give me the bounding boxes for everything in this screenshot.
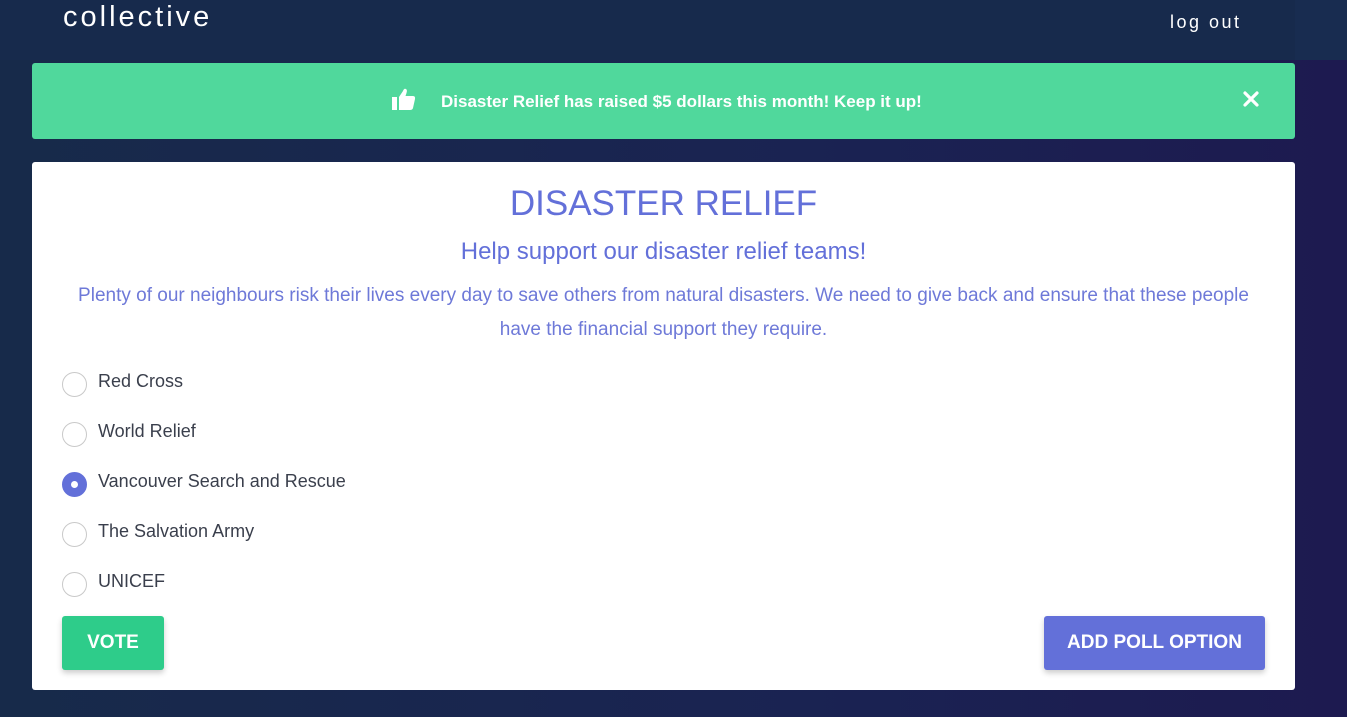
poll-description: Plenty of our neighbours risk their live… [78,285,1249,340]
navbar: collective log out [0,0,1347,60]
close-icon[interactable] [1243,91,1259,107]
radio-button-selected[interactable] [62,472,87,497]
radio-button[interactable] [62,572,87,597]
radio-button[interactable] [62,422,87,447]
option-label: The Salvation Army [98,521,255,541]
logout-link[interactable]: log out [1170,10,1242,34]
radio-button[interactable] [62,522,87,547]
poll-title: DISASTER RELIEF [509,184,818,223]
success-alert: Disaster Relief has raised $5 dollars th… [32,63,1295,139]
poll-option-salvation-army[interactable]: The Salvation Army [62,521,562,548]
poll-subtitle: Help support our disaster relief teams! [460,238,867,265]
poll-option-unicef[interactable]: UNICEF [62,571,562,598]
option-label: World Relief [98,421,196,441]
poll-option-red-cross[interactable]: Red Cross [62,371,562,398]
poll-option-vancouver-search-and-rescue[interactable]: Vancouver Search and Rescue [62,471,562,498]
vote-button[interactable]: VOTE [62,616,164,670]
brand-logo[interactable]: collective [63,0,212,34]
option-label: UNICEF [98,571,165,591]
alert-message: Disaster Relief has raised $5 dollars th… [441,92,922,111]
option-label: Red Cross [98,371,184,391]
radio-button[interactable] [62,372,87,397]
navbar-edge [1295,0,1347,60]
option-label: Vancouver Search and Rescue [98,471,346,491]
add-poll-option-button[interactable]: ADD POLL OPTION [1044,616,1265,670]
thumbs-up-icon [392,88,416,110]
poll-option-world-relief[interactable]: World Relief [62,421,562,448]
poll-card: DISASTER RELIEF Help support our disaste… [32,162,1295,690]
